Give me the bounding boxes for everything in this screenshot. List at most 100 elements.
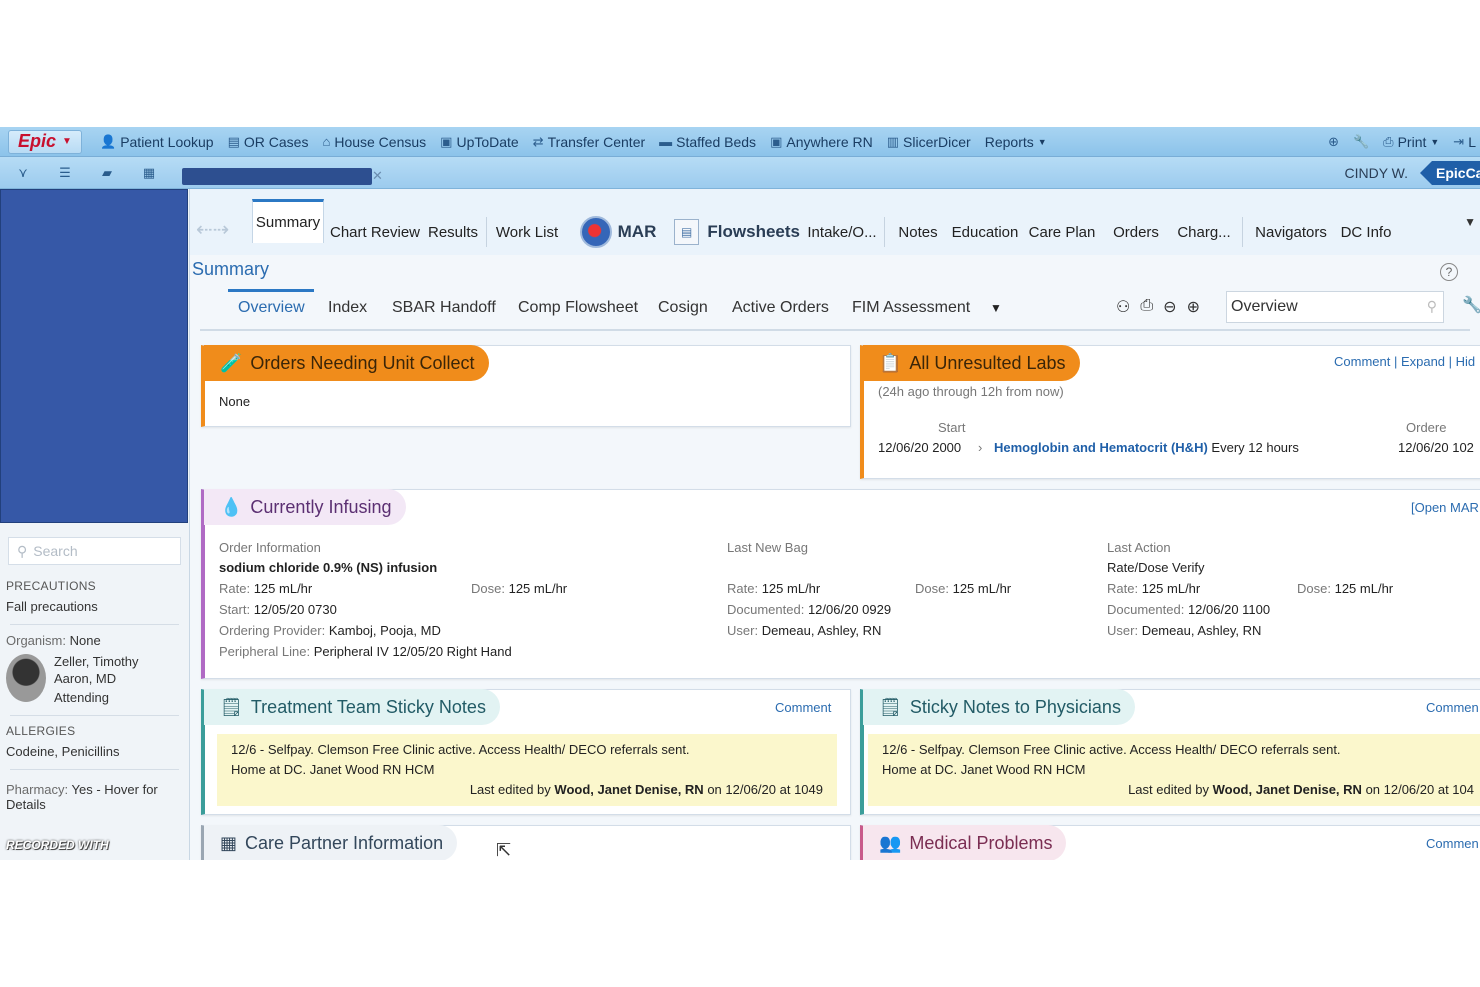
subtab-fim-assessment[interactable]: FIM Assessment [852,299,970,317]
chevron-down-icon: ▼ [62,136,72,147]
start-column-header: Start [938,420,966,435]
comment-link[interactable]: Comment [775,700,831,715]
patient-workspace-tab[interactable] [182,168,372,185]
tab-charges[interactable]: Charg... [1174,211,1234,253]
zoom-in-icon[interactable]: ⊕ [1187,297,1200,317]
chevron-down-icon[interactable]: ▼ [990,301,1002,315]
calendar-icon[interactable]: ▦ [138,163,160,183]
chevron-right-icon[interactable]: › [978,440,982,455]
attending-physician[interactable]: Zeller, Timothy Aaron, MD Attending [6,654,183,705]
print-preview-icon[interactable]: ⎙ [1140,297,1153,317]
tab-label: Flowsheets [707,222,800,241]
slicerdicer-button[interactable]: ▥ SlicerDicer [887,134,971,150]
card-header[interactable]: 🗒 Treatment Team Sticky Notes [204,689,500,725]
card-header[interactable]: 📋 All Unresulted Labs [863,345,1080,381]
report-view-input[interactable]: Overview ⚲ [1226,291,1444,323]
binoculars-icon[interactable]: ⚇ [1116,297,1130,317]
chevron-down-icon[interactable]: ▼ [1464,215,1476,229]
tab-label: Care Plan [1028,223,1096,241]
active-subtab-indicator [228,289,314,292]
subtab-sbar-handoff[interactable]: SBAR Handoff [392,299,496,317]
sticky-note[interactable]: 12/6 - Selfpay. Clemson Free Clinic acti… [868,734,1480,806]
list-icon[interactable]: ☰ [54,163,76,183]
tab-results[interactable]: Results [426,211,480,253]
anywhere-rn-button[interactable]: ▣ Anywhere RN [770,134,873,150]
comment-link[interactable]: Commen [1426,700,1479,715]
patient-lookup-button[interactable]: 👤 Patient Lookup [100,134,214,150]
pharmacy-line[interactable]: Pharmacy: Yes - Hover for Details [6,782,183,812]
uptodate-button[interactable]: ▣ UpToDate [440,134,519,150]
tab-notes[interactable]: Notes [894,211,942,253]
reports-menu[interactable]: Reports ▼ [985,134,1047,150]
top-toolbar: Epic ▼ 👤 Patient Lookup ▤ OR Cases ⌂ House … [0,127,1480,157]
comment-expand-hide-links[interactable]: Comment | Expand | Hid [1334,354,1475,369]
lab-order-line[interactable]: Hemoglobin and Hematocrit (H&H) Every 12… [994,440,1299,455]
logout-button[interactable]: ⇥ L [1453,134,1476,150]
close-icon[interactable]: ✕ [372,168,383,184]
test-tube-icon: 🧪 [220,352,243,373]
provider-label: Ordering Provider: [219,623,326,638]
house-census-button[interactable]: ⌂ House Census [322,134,426,150]
action-documented-value: 12/06/20 1100 [1187,602,1271,617]
tab-label: DC Info [1340,223,1392,241]
organism-line: Organism: None [6,633,183,648]
tab-label: Orders [1113,223,1159,241]
mouse-cursor-icon: ⇱ [496,840,512,860]
card-header[interactable]: 🗒 Sticky Notes to Physicians [863,689,1135,725]
card-header[interactable]: 🧪 Orders Needing Unit Collect [204,345,489,381]
tab-summary[interactable]: Summary [252,199,324,243]
sticky-note[interactable]: 12/6 - Selfpay. Clemson Free Clinic acti… [217,734,837,806]
open-mar-link[interactable]: [Open MAR [1411,500,1479,515]
card-title: Sticky Notes to Physicians [909,696,1121,717]
filter-icon[interactable]: ⋎ [12,163,34,183]
tab-label: Intake/O... [807,223,877,241]
tab-education[interactable]: Education [950,211,1020,253]
toolbar-right-tools: ⊕ 🔧 ⎙ Print ▼ ⇥ L [1328,127,1480,157]
wrench-icon[interactable]: 🔧 [1462,295,1480,315]
staffed-beds-label: Staffed Beds [676,133,757,150]
card-header[interactable]: 👥 Medical Problems [863,825,1067,860]
note-line-1: 12/6 - Selfpay. Clemson Free Clinic acti… [231,742,690,757]
ordered-column-header: Ordere [1406,420,1447,435]
note-edited-line: Last edited by Wood, Janet Denise, RN on… [882,780,1474,800]
back-forward-icon[interactable]: ⇠⇢ [196,217,230,242]
order-info-heading: Order Information [219,540,321,555]
bar-chart-icon: ▥ [886,133,900,149]
search-icon[interactable]: ⚲ [1427,298,1437,315]
tab-intake-output[interactable]: Intake/O... [806,211,878,253]
epic-menu-button[interactable]: Epic ▼ [8,129,82,154]
help-icon[interactable]: ? [1440,263,1458,281]
or-cases-button[interactable]: ▤ OR Cases [228,134,309,150]
infusion-drug[interactable]: sodium chloride 0.9% (NS) infusion [219,560,437,575]
dose-label: Dose: [1297,581,1331,596]
tab-flowsheets[interactable]: ▤ Flowsheets [674,211,800,253]
tab-navigators[interactable]: Navigators [1252,211,1330,253]
transfer-center-button[interactable]: ⇄ Transfer Center [533,134,645,150]
start-value: 12/05/20 0730 [253,602,337,617]
lab-name-link[interactable]: Hemoglobin and Hematocrit (H&H) [994,440,1208,455]
subtab-comp-flowsheet[interactable]: Comp Flowsheet [518,299,638,317]
tab-chart-review[interactable]: Chart Review [330,211,420,253]
globe-icon[interactable]: ⊕ [1328,134,1339,150]
comment-link[interactable]: Commen [1426,836,1479,851]
zoom-out-icon[interactable]: ⊖ [1163,297,1176,317]
chevron-down-icon: ▼ [1430,137,1440,147]
tab-label: MAR [617,222,657,241]
tab-dc-info[interactable]: DC Info [1338,211,1394,253]
wrench-icon[interactable]: 🔧 [1353,134,1369,150]
subtab-active-orders[interactable]: Active Orders [732,299,829,317]
subtab-index[interactable]: Index [328,299,367,317]
print-button[interactable]: ⎙ Print ▼ [1383,134,1439,150]
card-header[interactable]: 💧 Currently Infusing [204,489,406,525]
action-dose-value: 125 mL/hr [1334,581,1394,596]
subtab-overview[interactable]: Overview [238,299,305,317]
folder-icon[interactable]: ▰ [96,163,118,183]
staffed-beds-button[interactable]: ▬ Staffed Beds [659,134,756,150]
tab-work-list[interactable]: Work List [492,211,562,253]
tab-orders[interactable]: Orders [1108,211,1164,253]
tab-care-plan[interactable]: Care Plan [1028,211,1096,253]
tab-mar[interactable]: MAR [572,211,664,253]
subtab-cosign[interactable]: Cosign [658,299,708,317]
sidebar-search-input[interactable]: ⚲ Search [8,537,181,565]
card-header[interactable]: ▦ Care Partner Information [204,825,458,860]
